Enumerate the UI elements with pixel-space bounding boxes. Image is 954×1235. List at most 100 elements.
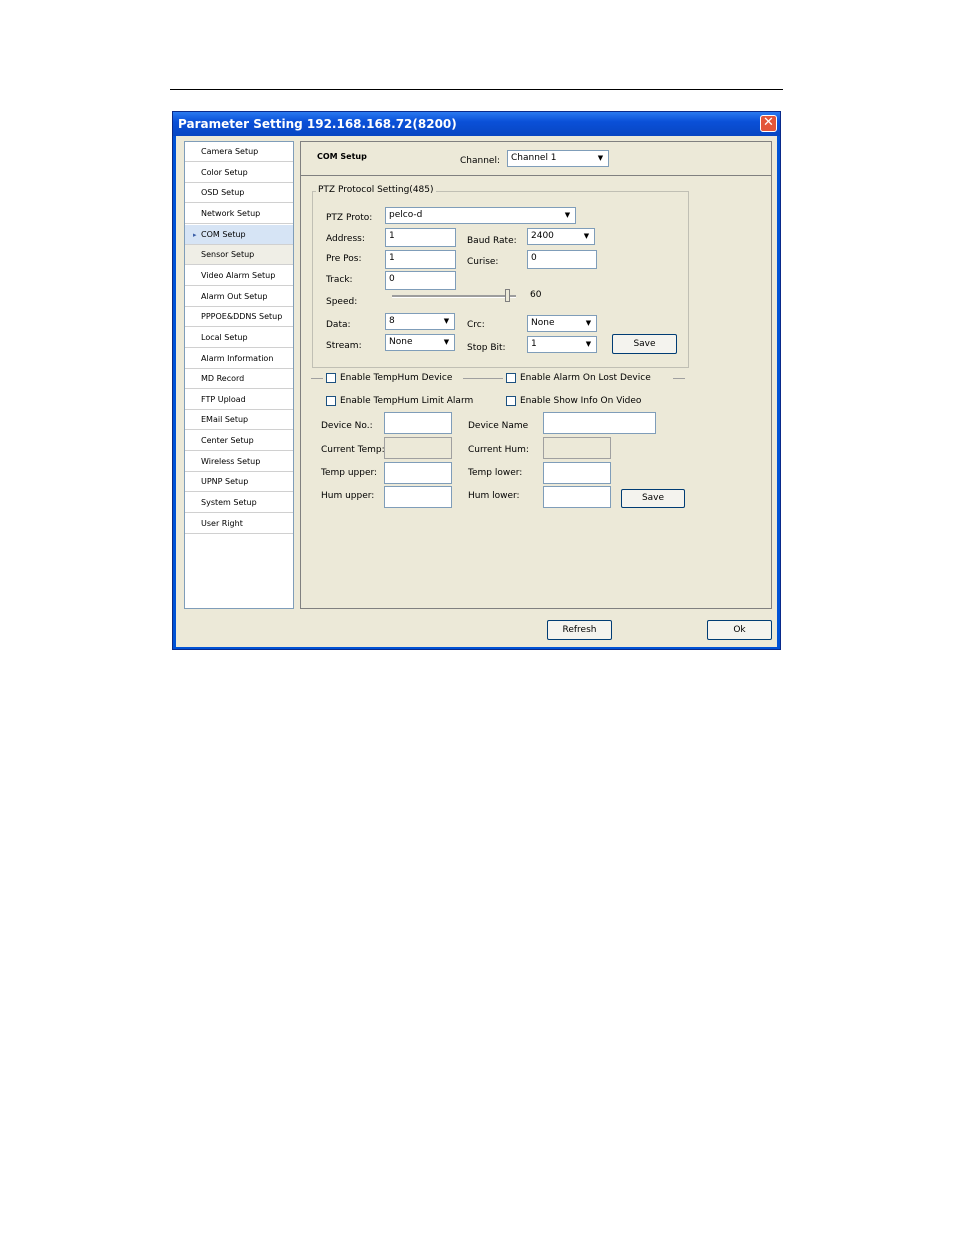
temphum-divider-mid	[463, 378, 503, 379]
sidebar-item-label: Video Alarm Setup	[201, 270, 276, 280]
current-hum-label: Current Hum:	[468, 445, 529, 455]
hum-upper-field[interactable]	[384, 486, 452, 508]
sidebar-item-alarm-out-setup[interactable]: Alarm Out Setup	[185, 287, 293, 307]
enable-limit-alarm-label: Enable TempHum Limit Alarm	[340, 396, 474, 406]
close-button[interactable]: ✕	[760, 115, 777, 132]
chevron-down-icon: ▼	[594, 152, 607, 165]
enable-show-info-checkbox[interactable]	[506, 396, 516, 406]
current-temp-field	[384, 437, 452, 459]
sidebar-item-label: PPPOE&DDNS Setup	[201, 312, 283, 322]
sidebar-item-label: Center Setup	[201, 436, 254, 446]
close-icon: ✕	[763, 115, 774, 130]
sidebar-item-label: Camera Setup	[201, 147, 259, 156]
refresh-button[interactable]: Refresh	[547, 620, 612, 640]
settings-sidebar: Camera Setup Color Setup OSD Setup Network …	[184, 141, 294, 609]
temp-lower-field[interactable]	[543, 462, 611, 484]
com-setup-panel: COM Setup Channel: Channel 1 ▼ PTZ Proto…	[300, 141, 772, 609]
current-temp-label: Current Temp:	[321, 445, 385, 455]
stream-value: None	[389, 337, 413, 347]
sidebar-item-label: User Right	[201, 518, 243, 528]
header-separator	[301, 175, 771, 176]
sidebar-item-alarm-information[interactable]: Alarm Information	[185, 349, 293, 369]
active-arrow-icon: ▸	[193, 230, 197, 239]
enable-limit-alarm-checkbox[interactable]	[326, 396, 336, 406]
address-field[interactable]: 1	[385, 228, 456, 247]
ptz-save-button[interactable]: Save	[612, 334, 677, 354]
sidebar-item-label: UPNP Setup	[201, 477, 249, 487]
cruise-field[interactable]: 0	[527, 250, 597, 269]
sidebar-item-com-setup[interactable]: ▸ COM Setup	[185, 224, 293, 245]
chevron-down-icon: ▼	[582, 317, 595, 330]
sidebar-item-ftp-upload[interactable]: FTP Upload	[185, 390, 293, 410]
stop-bit-value: 1	[531, 339, 537, 349]
sidebar-item-user-right[interactable]: User Right	[185, 514, 293, 534]
sidebar-item-color-setup[interactable]: Color Setup	[185, 163, 293, 183]
crc-select[interactable]: None ▼	[527, 315, 597, 332]
speed-slider-track[interactable]	[392, 295, 516, 298]
cruise-label: Curise:	[467, 257, 499, 267]
data-bits-value: 8	[389, 316, 395, 326]
speed-label: Speed:	[326, 297, 358, 307]
temp-upper-field[interactable]	[384, 462, 452, 484]
track-field[interactable]: 0	[385, 271, 456, 290]
sidebar-item-camera-setup[interactable]: Camera Setup	[185, 142, 293, 162]
hum-lower-label: Hum lower:	[468, 491, 520, 501]
enable-alarm-lost-device-checkbox[interactable]	[506, 373, 516, 383]
channel-select-value: Channel 1	[511, 153, 557, 163]
sidebar-item-md-record[interactable]: MD Record	[185, 369, 293, 390]
chevron-down-icon: ▼	[440, 315, 453, 328]
stop-bit-label: Stop Bit:	[467, 343, 506, 353]
sidebar-item-label: Wireless Setup	[201, 456, 261, 466]
temphum-divider-right	[673, 378, 685, 379]
sidebar-item-label: Sensor Setup	[201, 250, 255, 260]
temphum-divider-left	[311, 378, 323, 379]
enable-temphum-device-checkbox[interactable]	[326, 373, 336, 383]
device-no-field[interactable]	[384, 412, 452, 434]
sidebar-item-pppoe-ddns-setup[interactable]: PPPOE&DDNS Setup	[185, 307, 293, 328]
temphum-save-button[interactable]: Save	[621, 489, 685, 508]
sidebar-item-sensor-setup[interactable]: Sensor Setup	[185, 245, 293, 266]
sidebar-item-osd-setup[interactable]: OSD Setup	[185, 183, 293, 204]
temp-upper-label: Temp upper:	[321, 468, 378, 478]
hum-lower-field[interactable]	[543, 486, 611, 508]
sidebar-item-upnp-setup[interactable]: UPNP Setup	[185, 472, 293, 493]
sidebar-item-local-setup[interactable]: Local Setup	[185, 328, 293, 348]
sidebar-item-center-setup[interactable]: Center Setup	[185, 431, 293, 452]
title-bar[interactable]: Parameter Setting 192.168.168.72(8200) ✕	[173, 112, 780, 136]
sidebar-item-label: Alarm Out Setup	[201, 291, 268, 301]
channel-label: Channel:	[460, 156, 500, 166]
sidebar-item-system-setup[interactable]: System Setup	[185, 493, 293, 514]
sidebar-item-email-setup[interactable]: EMail Setup	[185, 410, 293, 431]
ok-button[interactable]: Ok	[707, 620, 772, 640]
data-label: Data:	[326, 320, 351, 330]
speed-value: 60	[530, 290, 542, 300]
stream-select[interactable]: None ▼	[385, 334, 455, 351]
baud-rate-select[interactable]: 2400 ▼	[527, 228, 595, 245]
crc-label: Crc:	[467, 320, 485, 330]
stop-bit-select[interactable]: 1 ▼	[527, 336, 597, 353]
chevron-down-icon: ▼	[440, 336, 453, 349]
speed-slider-thumb[interactable]	[505, 289, 511, 302]
sidebar-item-label: Alarm Information	[201, 353, 274, 363]
baud-rate-label: Baud Rate:	[467, 236, 517, 246]
device-name-field[interactable]	[543, 412, 656, 434]
sidebar-item-label: Color Setup	[201, 167, 248, 177]
parameter-setting-window: Parameter Setting 192.168.168.72(8200) ✕…	[172, 111, 781, 650]
channel-select[interactable]: Channel 1 ▼	[507, 150, 609, 167]
pre-pos-field[interactable]: 1	[385, 250, 456, 269]
sidebar-item-wireless-setup[interactable]: Wireless Setup	[185, 452, 293, 472]
device-name-label: Device Name	[468, 421, 529, 431]
sidebar-item-label: MD Record	[201, 374, 245, 384]
sidebar-item-label: System Setup	[201, 498, 257, 508]
baud-rate-value: 2400	[531, 231, 554, 241]
sidebar-item-network-setup[interactable]: Network Setup	[185, 204, 293, 224]
enable-alarm-lost-device-label: Enable Alarm On Lost Device	[520, 373, 651, 383]
device-no-label: Device No.:	[321, 421, 373, 431]
sidebar-item-video-alarm-setup[interactable]: Video Alarm Setup	[185, 266, 293, 286]
track-label: Track:	[326, 275, 353, 285]
dialog-client-area: Camera Setup Color Setup OSD Setup Network …	[176, 136, 777, 647]
enable-show-info-label: Enable Show Info On Video	[520, 396, 642, 406]
ptz-proto-select[interactable]: pelco-d ▼	[385, 207, 576, 224]
sidebar-item-label: Network Setup	[201, 208, 261, 218]
data-bits-select[interactable]: 8 ▼	[385, 313, 455, 330]
